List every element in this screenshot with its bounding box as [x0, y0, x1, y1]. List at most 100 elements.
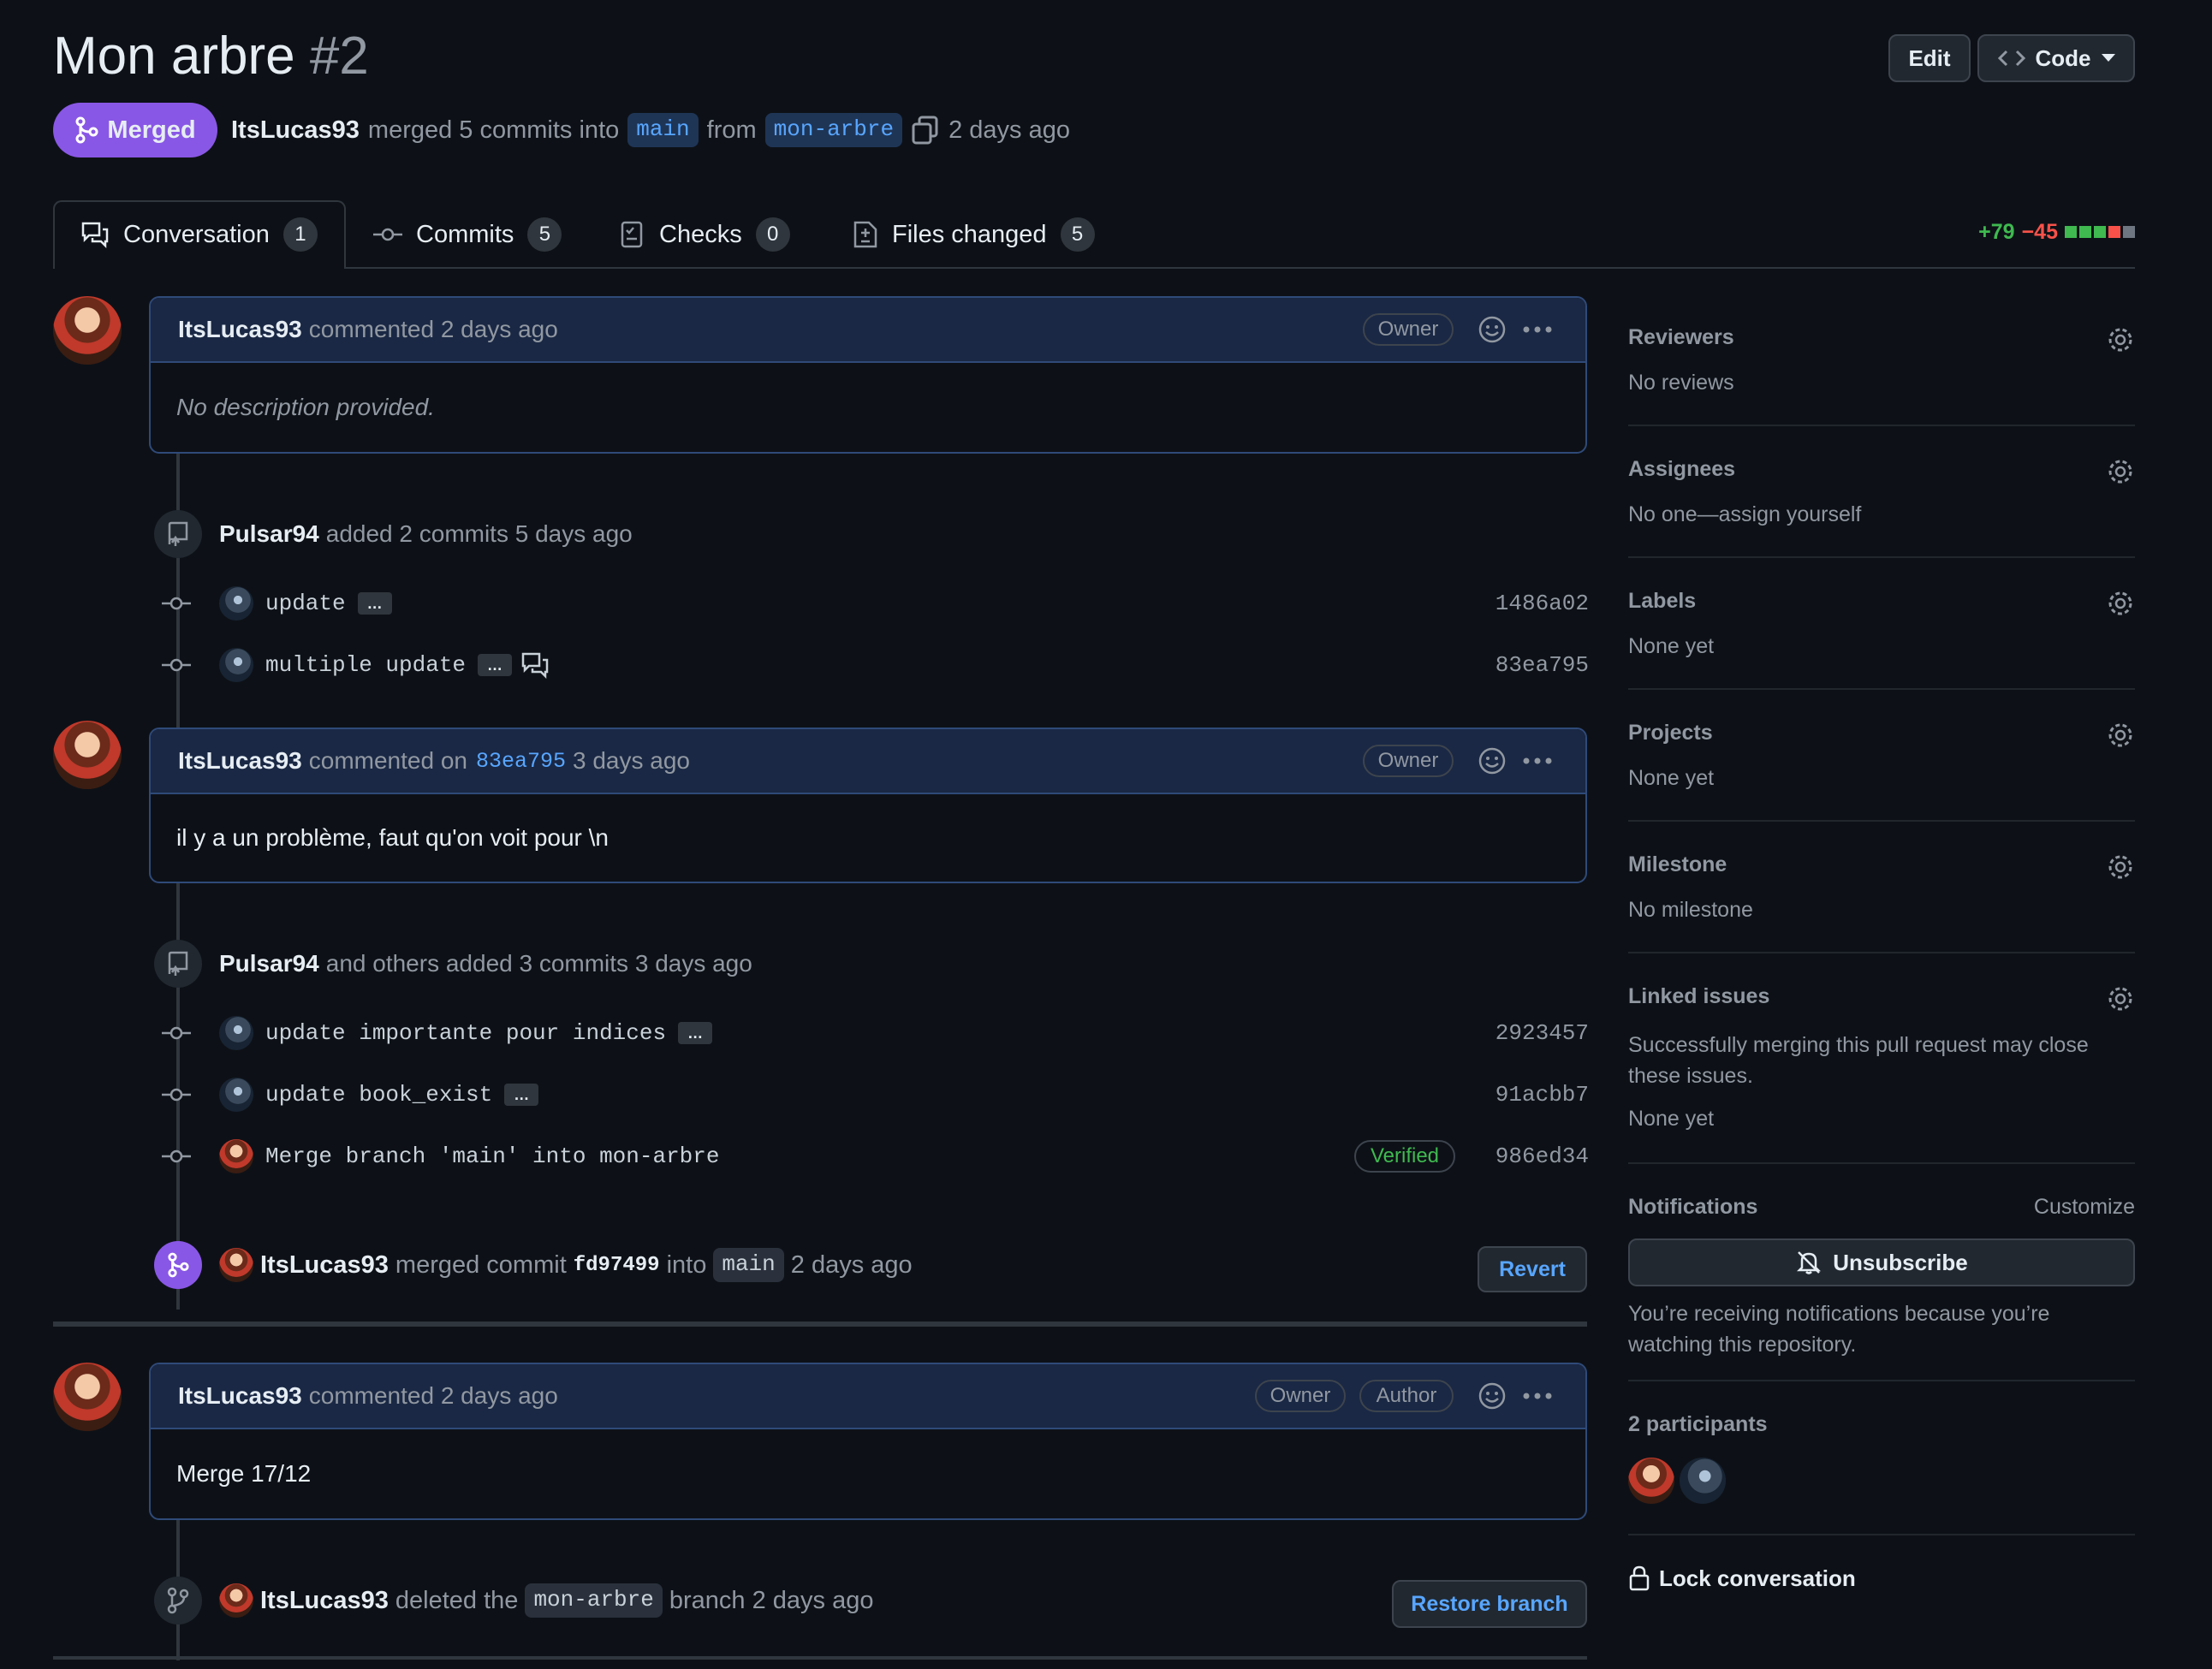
comment: ItsLucas93 commented 2 days ago Owner No…: [149, 296, 1587, 454]
comment-meta: commented on: [308, 747, 467, 774]
expand-ellipsis-button[interactable]: …: [678, 1022, 713, 1044]
commit-message[interactable]: multiple update: [265, 652, 466, 678]
gear-icon[interactable]: [2106, 589, 2135, 618]
sidebar-milestone: Milestone No milestone: [1628, 852, 2135, 953]
commit-message[interactable]: Merge branch 'main' into mon-arbre: [265, 1143, 720, 1169]
avatar[interactable]: [219, 1139, 253, 1173]
sidebar-title: Projects: [1628, 721, 1713, 745]
merge-event-author[interactable]: ItsLucas93: [260, 1251, 389, 1280]
git-commit-icon: [159, 1073, 193, 1116]
avatar[interactable]: [1680, 1458, 1726, 1504]
tab-commits[interactable]: Commits 5: [373, 200, 562, 269]
head-branch[interactable]: mon-arbre: [764, 113, 903, 147]
verified-badge[interactable]: Verified: [1354, 1140, 1455, 1173]
sidebar-value[interactable]: No one—assign yourself: [1628, 502, 2135, 527]
comment-author[interactable]: ItsLucas93: [178, 316, 302, 343]
avatar[interactable]: [1628, 1458, 1674, 1504]
avatar[interactable]: [219, 648, 253, 682]
commit-message[interactable]: update importante pour indices: [265, 1020, 666, 1046]
expand-ellipsis-button[interactable]: …: [357, 592, 392, 615]
gear-icon[interactable]: [2106, 721, 2135, 750]
avatar[interactable]: [219, 1016, 253, 1050]
delete-event-text: ItsLucas93 deleted the mon-arbre branch …: [219, 1580, 874, 1621]
commit-group-author[interactable]: Pulsar94: [219, 950, 319, 977]
merge-event-text1: merged commit: [395, 1250, 567, 1279]
deleted-branch: mon-arbre: [525, 1583, 663, 1618]
commit-group-author[interactable]: Pulsar94: [219, 520, 319, 548]
sidebar-desc: Successfully merging this pull request m…: [1628, 1033, 2089, 1088]
sidebar-title: Labels: [1628, 589, 1697, 613]
kebab-horizontal-icon[interactable]: [1522, 757, 1553, 765]
lock-conversation-link[interactable]: Lock conversation: [1628, 1561, 1856, 1595]
base-branch[interactable]: main: [627, 113, 699, 147]
restore-branch-button[interactable]: Restore branch: [1392, 1580, 1587, 1628]
file-diff-icon: [853, 221, 877, 248]
gear-icon[interactable]: [2106, 984, 2135, 1013]
smiley-icon[interactable]: [1478, 315, 1507, 344]
smiley-icon[interactable]: [1478, 1381, 1507, 1411]
lock-icon: [1629, 1565, 1650, 1591]
gear-icon[interactable]: [2106, 852, 2135, 882]
commit-row: update importante pour indices … 2923457: [159, 1012, 1589, 1054]
avatar[interactable]: [53, 1363, 122, 1431]
avatar[interactable]: [53, 721, 122, 789]
commit-sha[interactable]: 986ed34: [1495, 1143, 1589, 1169]
comment-author[interactable]: ItsLucas93: [178, 747, 302, 775]
merge-event-text: ItsLucas93 merged commit fd97499 into ma…: [219, 1244, 913, 1286]
smiley-icon[interactable]: [1478, 746, 1507, 775]
commit-ref-link[interactable]: 83ea795: [476, 749, 566, 774]
tab-files-changed[interactable]: Files changed 5: [853, 200, 1095, 269]
commit-sha[interactable]: 91acbb7: [1495, 1082, 1589, 1108]
gear-icon[interactable]: [2106, 325, 2135, 354]
diffstat: +79 −45: [1978, 219, 2135, 245]
merge-summary: ItsLucas93 merged 5 commits into main fr…: [231, 110, 1070, 151]
comment-body: No description provided.: [176, 394, 435, 420]
kebab-horizontal-icon[interactable]: [1522, 325, 1553, 334]
event-icon: [154, 1577, 202, 1624]
comment-author[interactable]: ItsLucas93: [178, 1382, 302, 1410]
caret-down-icon: [2101, 54, 2115, 62]
revert-button[interactable]: Revert: [1478, 1246, 1587, 1292]
tab-checks[interactable]: Checks 0: [620, 200, 790, 269]
merge-commit-link[interactable]: fd97499: [574, 1254, 660, 1277]
owner-badge: Owner: [1363, 745, 1454, 777]
kebab-horizontal-icon[interactable]: [1522, 1392, 1553, 1400]
sidebar-value: No reviews: [1628, 371, 1734, 395]
merge-event-time: 2 days ago: [790, 1250, 913, 1279]
commit-sha[interactable]: 2923457: [1495, 1020, 1589, 1046]
avatar[interactable]: [219, 1078, 253, 1112]
merge-text: merged 5 commits into: [367, 116, 620, 144]
avatar[interactable]: [53, 296, 122, 365]
comment-discussion-icon[interactable]: [520, 651, 550, 679]
avatar[interactable]: [219, 1248, 253, 1282]
delete-event-author[interactable]: ItsLucas93: [260, 1587, 389, 1615]
commit-sha[interactable]: 1486a02: [1495, 591, 1589, 616]
avatar[interactable]: [219, 1583, 253, 1618]
delete-event-text1: deleted the: [395, 1586, 519, 1614]
merge-icon: [75, 116, 98, 144]
commit-message[interactable]: update: [265, 591, 346, 616]
sidebar-labels: Labels None yet: [1628, 589, 2135, 690]
comment-body: Merge 17/12: [176, 1460, 312, 1487]
comment: ItsLucas93 commented on 83ea795 3 days a…: [149, 728, 1587, 883]
copy-icon[interactable]: [911, 116, 940, 145]
gear-icon[interactable]: [2106, 457, 2135, 486]
pr-number: #2: [309, 27, 369, 86]
sidebar-value: None yet: [1628, 766, 1715, 790]
merge-branch[interactable]: main: [713, 1248, 784, 1282]
code-button[interactable]: Code: [1977, 34, 2135, 82]
customize-link[interactable]: Customize: [2034, 1195, 2135, 1220]
sidebar-reviewers: Reviewers No reviews: [1628, 325, 2135, 426]
expand-ellipsis-button[interactable]: …: [478, 654, 513, 676]
diffstat-bar: [2065, 226, 2135, 238]
avatar[interactable]: [219, 586, 253, 621]
tab-conversation[interactable]: Conversation 1: [80, 200, 318, 269]
unsubscribe-button[interactable]: Unsubscribe: [1628, 1238, 2135, 1286]
expand-ellipsis-button[interactable]: …: [504, 1084, 539, 1106]
author-badge: Author: [1359, 1380, 1454, 1412]
edit-button[interactable]: Edit: [1888, 34, 1971, 82]
commit-message[interactable]: update book_exist: [265, 1082, 492, 1108]
merge-author-link[interactable]: ItsLucas93: [231, 116, 360, 145]
comment: ItsLucas93 commented 2 days ago Owner Au…: [149, 1363, 1587, 1520]
commit-sha[interactable]: 83ea795: [1495, 652, 1589, 678]
